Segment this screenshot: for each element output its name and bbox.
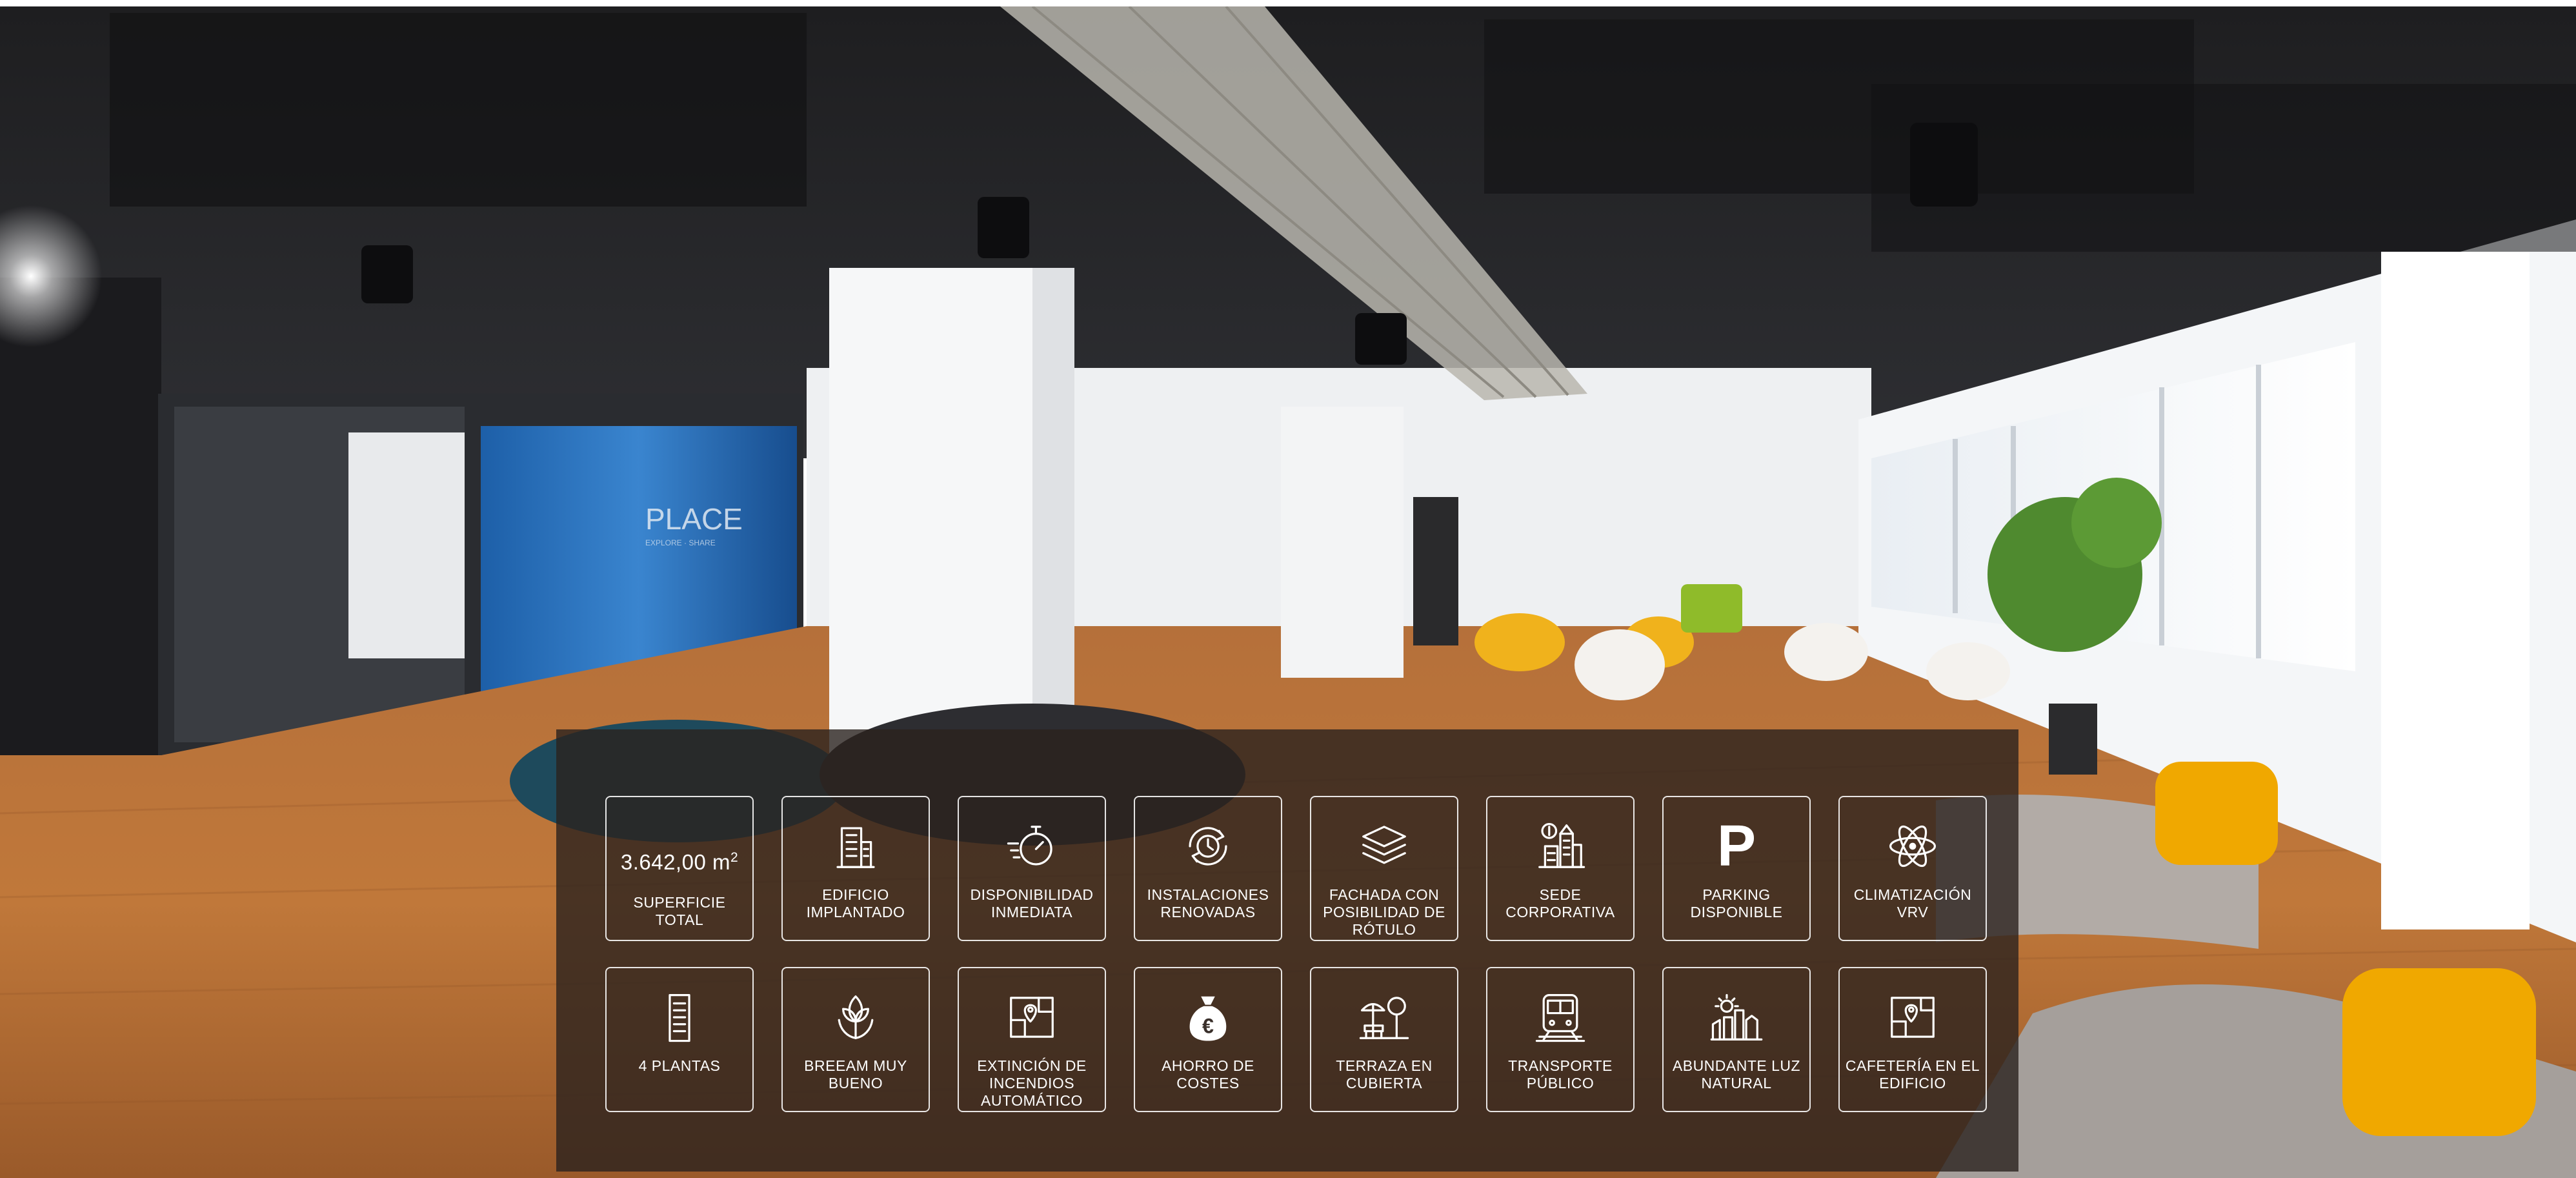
glass-sign-tagline: EXPLORE · SHARE <box>645 538 716 547</box>
glass-sign-text: PLACE <box>645 502 743 536</box>
feature-disponibilidad-inmediata[interactable]: DISPONIBILIDAD INMEDIATA <box>958 796 1106 941</box>
feature-label: PARKING DISPONIBLE <box>1690 886 1783 920</box>
feature-4-plantas[interactable]: 4 PLANTAS <box>605 967 754 1112</box>
svg-text:P: P <box>1717 813 1756 878</box>
feature-sede-corporativa[interactable]: SEDE CORPORATIVA <box>1486 796 1635 941</box>
facade-layers-icon <box>1311 815 1457 877</box>
feature-label: INSTALACIONES RENOVADAS <box>1147 886 1269 920</box>
feature-instalaciones-renovadas[interactable]: INSTALACIONES RENOVADAS <box>1134 796 1282 941</box>
feature-label: CAFETERÍA EN EL EDIFICIO <box>1845 1057 1980 1092</box>
feature-label: EDIFICIO IMPLANTADO <box>806 886 905 920</box>
feature-extincion-incendios[interactable]: EXTINCIÓN DE INCENDIOS AUTOMÁTICO <box>958 967 1106 1112</box>
terrace-icon <box>1311 986 1457 1048</box>
stopwatch-icon <box>959 815 1105 877</box>
parking-icon: P <box>1664 813 1809 878</box>
floorplan-pin-icon <box>959 986 1105 1048</box>
sun-city-icon <box>1664 986 1809 1048</box>
feature-label: TRANSPORTE PÚBLICO <box>1508 1057 1613 1092</box>
feature-label: EXTINCIÓN DE INCENDIOS AUTOMÁTICO <box>977 1057 1087 1109</box>
feature-label: FACHADA CON POSIBILIDAD DE RÓTULO <box>1323 886 1445 938</box>
feature-ahorro-costes[interactable]: € AHORRO DE COSTES <box>1134 967 1282 1112</box>
feature-climatizacion-vrv[interactable]: CLIMATIZACIÓN VRV <box>1838 796 1987 941</box>
money-bag-icon: € <box>1135 986 1281 1048</box>
feature-edificio-implantado[interactable]: EDIFICIO IMPLANTADO <box>781 796 930 941</box>
leaf-hands-icon <box>783 986 929 1048</box>
floors-icon <box>607 986 752 1048</box>
surface-value: 3.642,00 m2 <box>620 850 739 874</box>
features-grid: 3.642,00 m2 SUPERFICIE TOTAL EDIFICIO IM… <box>605 796 1987 1112</box>
feature-parking-disponible[interactable]: P PARKING DISPONIBLE <box>1662 796 1811 941</box>
headquarters-icon <box>1487 815 1633 877</box>
renovation-clock-icon <box>1135 815 1281 877</box>
feature-label: BREEAM MUY BUENO <box>804 1057 907 1092</box>
atom-icon <box>1840 815 1986 877</box>
feature-label: DISPONIBILIDAD INMEDIATA <box>970 886 1094 920</box>
cafeteria-pin-icon <box>1840 986 1986 1048</box>
train-icon <box>1487 986 1633 1048</box>
feature-label: AHORRO DE COSTES <box>1162 1057 1254 1092</box>
feature-cafeteria[interactable]: CAFETERÍA EN EL EDIFICIO <box>1838 967 1987 1112</box>
feature-label: SEDE CORPORATIVA <box>1505 886 1615 920</box>
feature-label: SUPERFICIE TOTAL <box>633 894 726 928</box>
feature-label: 4 PLANTAS <box>638 1057 721 1074</box>
building-icon <box>783 815 929 877</box>
feature-superficie-total[interactable]: 3.642,00 m2 SUPERFICIE TOTAL <box>605 796 754 941</box>
feature-terraza-cubierta[interactable]: TERRAZA EN CUBIERTA <box>1310 967 1458 1112</box>
feature-label: CLIMATIZACIÓN VRV <box>1853 886 1972 920</box>
feature-luz-natural[interactable]: ABUNDANTE LUZ NATURAL <box>1662 967 1811 1112</box>
features-panel: 3.642,00 m2 SUPERFICIE TOTAL EDIFICIO IM… <box>556 729 2018 1172</box>
euro-symbol: € <box>1202 1015 1214 1038</box>
feature-label: TERRAZA EN CUBIERTA <box>1336 1057 1433 1092</box>
feature-transporte-publico[interactable]: TRANSPORTE PÚBLICO <box>1486 967 1635 1112</box>
feature-label: ABUNDANTE LUZ NATURAL <box>1672 1057 1801 1092</box>
feature-fachada-rotulo[interactable]: FACHADA CON POSIBILIDAD DE RÓTULO <box>1310 796 1458 941</box>
feature-breeam[interactable]: BREEAM MUY BUENO <box>781 967 930 1112</box>
